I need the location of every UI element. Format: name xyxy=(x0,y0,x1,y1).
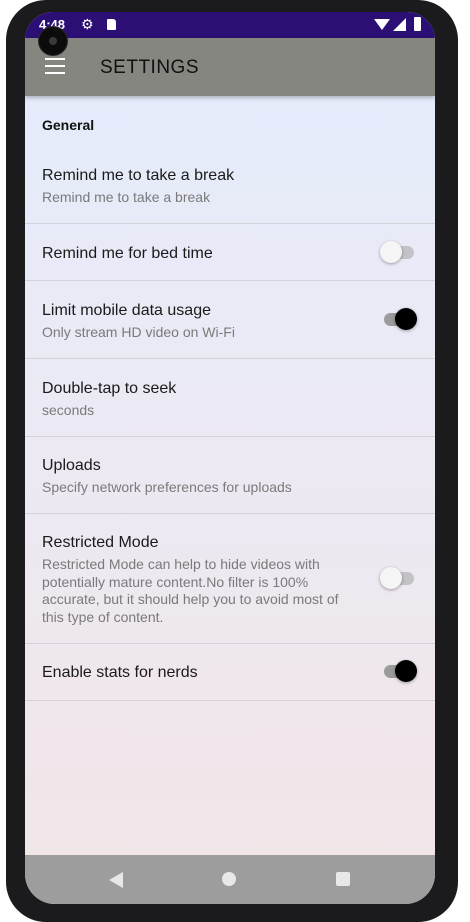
cell-signal-icon xyxy=(393,18,406,31)
switch-thumb xyxy=(380,241,402,263)
section-header-general: General xyxy=(42,117,95,133)
home-icon[interactable] xyxy=(222,872,236,886)
pref-summary: Remind me to take a break xyxy=(42,189,211,205)
limit-mobile-data-toggle[interactable] xyxy=(382,308,417,330)
switch-thumb xyxy=(395,308,417,330)
pref-title: Restricted Mode xyxy=(42,534,159,551)
pref-title: Double-tap to seek xyxy=(42,380,177,397)
pref-title: Limit mobile data usage xyxy=(42,302,211,319)
pref-take-a-break[interactable]: Remind me to take a break Remind me to t… xyxy=(25,146,435,224)
pref-restricted-mode[interactable]: Restricted Mode Restricted Mode can help… xyxy=(25,514,435,644)
status-bar: 4:48 ⚙ xyxy=(25,12,435,38)
pref-summary: seconds xyxy=(42,402,95,418)
pref-title: Uploads xyxy=(42,457,101,474)
pref-summary: Restricted Mode can help to hide videos … xyxy=(42,556,339,625)
pref-title: Enable stats for nerds xyxy=(42,664,198,681)
pref-summary: Specify network preferences for uploads xyxy=(42,479,292,495)
app-bar: SETTINGS xyxy=(25,38,435,96)
screen: 4:48 ⚙ SETTINGS General Remind me to tak… xyxy=(25,12,435,904)
pref-title: Remind me for bed time xyxy=(42,245,213,262)
camera-icon xyxy=(38,26,68,56)
hamburger-menu-icon[interactable] xyxy=(45,58,65,74)
pref-limit-mobile-data[interactable]: Limit mobile data usage Only stream HD v… xyxy=(25,281,435,359)
battery-icon xyxy=(414,17,421,31)
wifi-icon xyxy=(374,19,390,30)
switch-thumb xyxy=(395,660,417,682)
restricted-mode-toggle[interactable] xyxy=(380,567,416,589)
back-icon[interactable] xyxy=(109,872,123,888)
recents-icon[interactable] xyxy=(336,872,350,886)
sd-card-icon xyxy=(107,19,116,30)
switch-thumb xyxy=(380,567,402,589)
navigation-bar xyxy=(25,855,435,904)
settings-gear-icon: ⚙ xyxy=(81,16,94,32)
pref-double-tap-seek[interactable]: Double-tap to seek seconds xyxy=(25,359,435,437)
pref-bed-time[interactable]: Remind me for bed time xyxy=(25,224,435,281)
pref-stats-for-nerds[interactable]: Enable stats for nerds xyxy=(25,644,435,701)
page-title: SETTINGS xyxy=(100,57,200,78)
pref-uploads[interactable]: Uploads Specify network preferences for … xyxy=(25,437,435,514)
pref-summary: Only stream HD video on Wi-Fi xyxy=(42,324,235,340)
bed-time-toggle[interactable] xyxy=(380,241,416,263)
pref-title: Remind me to take a break xyxy=(42,167,235,184)
stats-for-nerds-toggle[interactable] xyxy=(382,660,417,682)
